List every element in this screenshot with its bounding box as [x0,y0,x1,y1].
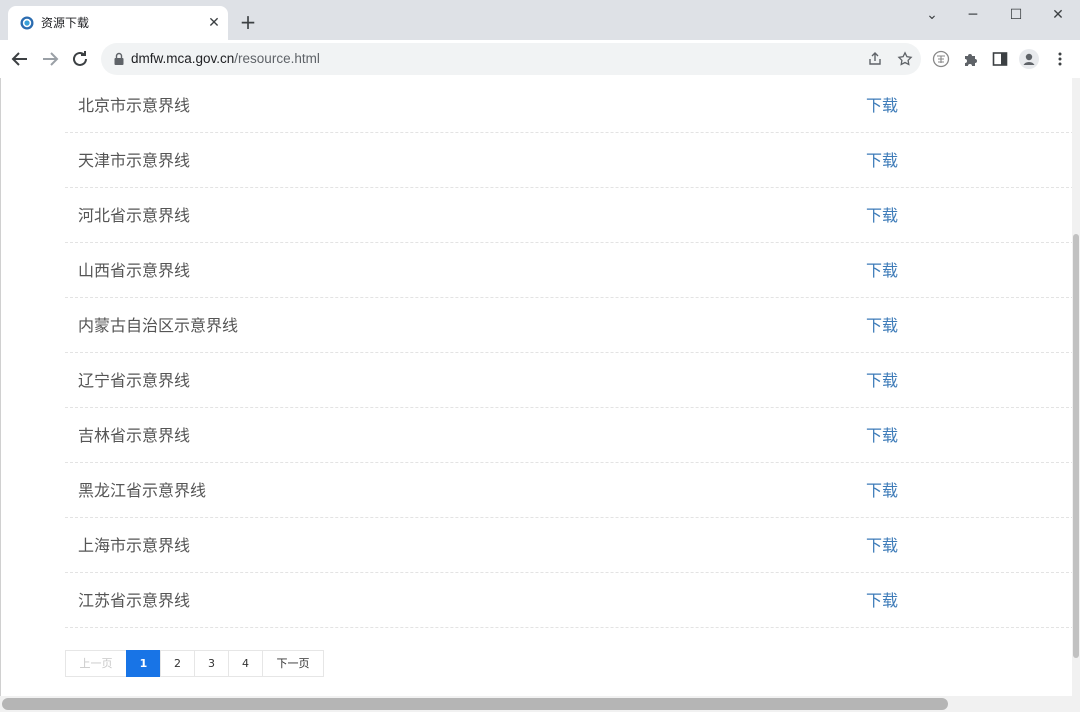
puzzle-icon[interactable] [962,50,980,68]
page-border [0,78,1,712]
tab-title: 资源下载 [41,16,90,30]
vertical-scrollbar-thumb[interactable] [1073,234,1079,658]
download-link[interactable]: 下载 [866,481,898,501]
close-window-button[interactable]: ✕ [1038,2,1078,28]
pagination: 上一页 1 2 3 4 下一页 [65,650,324,677]
url-host: dmfw.mca.gov.cn [131,51,235,66]
resource-name: 江苏省示意界线 [78,591,191,610]
resource-name: 河北省示意界线 [78,206,191,225]
page-button-2[interactable]: 2 [160,650,195,677]
list-item: 黑龙江省示意界线 下载 [65,463,1074,518]
download-link[interactable]: 下载 [866,151,898,171]
tab-search-chevron-icon[interactable]: ⌄ [912,2,952,28]
tab-strip: 资源下载 ✕ + ⌄ ─ ☐ ✕ [0,0,1080,40]
lock-icon[interactable] [113,52,125,66]
page-button-1[interactable]: 1 [126,650,161,677]
download-link[interactable]: 下载 [866,316,898,336]
maximize-button[interactable]: ☐ [996,2,1036,28]
profile-icon[interactable] [1019,49,1039,69]
url-path: /resource.html [234,51,320,66]
kebab-menu-icon[interactable] [1051,50,1069,68]
resource-name: 黑龙江省示意界线 [78,481,207,500]
site-favicon-icon [20,16,34,30]
list-item: 河北省示意界线 下载 [65,188,1074,243]
tab-resource-download[interactable]: 资源下载 ✕ [8,6,228,40]
list-item: 上海市示意界线 下载 [65,518,1074,573]
list-item: 北京市示意界线 下载 [65,78,1074,133]
download-link[interactable]: 下载 [866,426,898,446]
resource-name: 吉林省示意界线 [78,426,191,445]
download-link[interactable]: 下载 [866,261,898,281]
forward-icon[interactable] [38,47,62,71]
horizontal-scrollbar-thumb[interactable] [2,698,948,710]
list-item: 江苏省示意界线 下载 [65,573,1074,628]
list-item: 天津市示意界线 下载 [65,133,1074,188]
resource-name: 上海市示意界线 [78,536,191,555]
prev-page-button[interactable]: 上一页 [65,650,127,677]
browser-toolbar: dmfw.mca.gov.cn/resource.html [0,40,1080,78]
list-item: 山西省示意界线 下载 [65,243,1074,298]
minimize-button[interactable]: ─ [953,2,993,28]
resource-list: 北京市示意界线 下载 天津市示意界线 下载 河北省示意界线 下载 山西省示意界线… [65,78,1074,628]
resource-name: 山西省示意界线 [78,261,191,280]
download-link[interactable]: 下载 [866,96,898,116]
url-text[interactable]: dmfw.mca.gov.cn/resource.html [131,50,320,68]
page-button-3[interactable]: 3 [194,650,229,677]
download-link[interactable]: 下载 [866,206,898,226]
reload-icon[interactable] [68,47,92,71]
share-icon[interactable] [867,51,883,67]
browser-window: 资源下载 ✕ + ⌄ ─ ☐ ✕ dmfw.mca.gov.cn/resourc… [0,0,1080,712]
back-icon[interactable] [8,47,32,71]
list-item: 吉林省示意界线 下载 [65,408,1074,463]
tab-close-icon[interactable]: ✕ [204,13,224,33]
resource-name: 辽宁省示意界线 [78,371,191,390]
new-tab-button[interactable]: + [237,11,259,33]
side-panel-icon[interactable] [991,50,1009,68]
star-icon[interactable] [897,51,913,67]
download-link[interactable]: 下载 [866,591,898,611]
list-item: 内蒙古自治区示意界线 下载 [65,298,1074,353]
resource-name: 北京市示意界线 [78,96,191,115]
list-item: 辽宁省示意界线 下载 [65,353,1074,408]
page-viewport: 北京市示意界线 下载 天津市示意界线 下载 河北省示意界线 下载 山西省示意界线… [0,78,1080,712]
download-link[interactable]: 下载 [866,371,898,391]
resource-name: 内蒙古自治区示意界线 [78,316,239,335]
address-bar[interactable]: dmfw.mca.gov.cn/resource.html [101,43,921,75]
download-link[interactable]: 下载 [866,536,898,556]
next-page-button[interactable]: 下一页 [262,650,324,677]
page-button-4[interactable]: 4 [228,650,263,677]
extension-badge-icon[interactable] [932,50,950,68]
resource-name: 天津市示意界线 [78,151,191,170]
